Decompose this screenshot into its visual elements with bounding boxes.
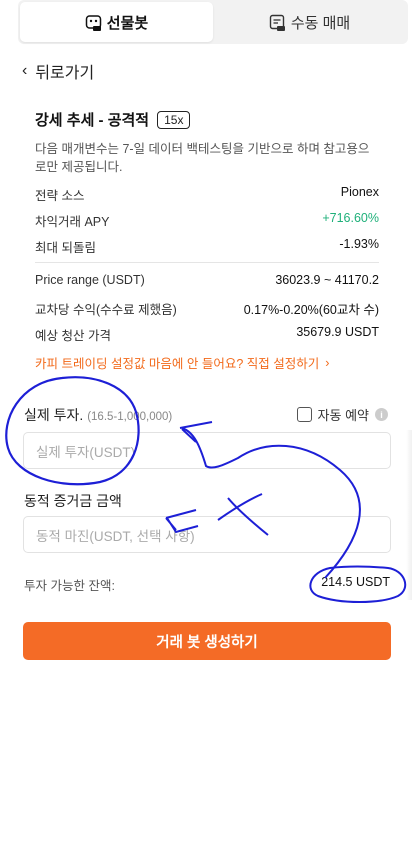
auto-reserve-label: 자동 예약 (317, 408, 369, 423)
manual-trade-icon (269, 14, 285, 31)
param-key: Price range (USDT) (35, 273, 145, 287)
back-label: 뒤로가기 (35, 65, 95, 82)
investment-label-text: 실제 투자. (24, 407, 84, 423)
param-row-profit-per-grid: 교차당 수익(수수료 제했음) 0.17%-0.20%(60교차 수) (35, 299, 379, 318)
param-value: 35679.9 USDT (296, 325, 379, 339)
strategy-description: 다음 매개변수는 7-일 데이터 백테스팅을 기반으로 하며 참고용으로만 제공… (35, 142, 370, 174)
chevron-left-icon: ‹ (22, 62, 28, 79)
param-row-price-range: Price range (USDT) 36023.9 ~ 41170.2 (35, 273, 379, 287)
create-bot-button[interactable]: 거래 봇 생성하기 (23, 622, 391, 660)
detail-value: +716.60% (322, 211, 379, 225)
param-row-liquidation-price: 예상 청산 가격 35679.9 USDT (35, 325, 379, 344)
balance-label: 투자 가능한 잔액: (24, 579, 115, 593)
detail-key: 차익거래 APY (35, 215, 110, 229)
margin-placeholder: 동적 마진(USDT, 선택 사항) (36, 528, 195, 544)
param-value: 36023.9 ~ 41170.2 (275, 273, 379, 287)
auto-reserve-checkbox[interactable] (296, 407, 312, 422)
chevron-right-icon: › (325, 355, 330, 370)
investment-input[interactable]: 실제 투자(USDT) (23, 432, 391, 469)
leverage-badge: 15x (157, 110, 191, 129)
tab-futures-bot[interactable]: 선물봇 (20, 2, 213, 42)
back-button[interactable]: ‹ 뒤로가기 (22, 60, 94, 82)
strategy-title: 강세 추세 - 공격적 (35, 112, 150, 129)
detail-value: -1.93% (339, 237, 379, 251)
detail-value: Pionex (340, 185, 379, 199)
param-value: 0.17%-0.20%(60교차 수) (243, 303, 379, 317)
investment-range: (16.5-1,000,000) (87, 411, 173, 423)
custom-settings-link[interactable]: 카피 트레이딩 설정값 마음에 안 들어요? 직접 설정하기 › (35, 353, 329, 372)
detail-row-source: 전략 소스 Pionex (35, 185, 379, 204)
detail-key: 최대 되돌림 (35, 241, 96, 255)
tab-manual-trade[interactable]: 수동 매매 (213, 2, 406, 42)
info-icon[interactable]: i (375, 408, 388, 421)
tab-futures-bot-label: 선물봇 (106, 14, 149, 32)
margin-input[interactable]: 동적 마진(USDT, 선택 사항) (23, 516, 391, 553)
strategy-header: 강세 추세 - 공격적 15x (35, 109, 191, 130)
detail-row-drawdown: 최대 되돌림 -1.93% (35, 237, 379, 256)
tab-manual-trade-label: 수동 매매 (290, 14, 351, 32)
detail-row-apy: 차익거래 APY +716.60% (35, 211, 379, 230)
futures-bot-icon (85, 14, 102, 31)
param-key: 교차당 수익(수수료 제했음) (35, 303, 177, 317)
detail-key: 전략 소스 (35, 189, 85, 203)
margin-label: 동적 증거금 금액 (24, 493, 122, 509)
balance-value: 214.5 USDT (321, 575, 390, 589)
panel-edge-shadow (406, 430, 412, 600)
param-key: 예상 청산 가격 (35, 329, 111, 343)
auto-reserve[interactable]: 자동 예약 i (296, 405, 388, 424)
divider (35, 262, 379, 263)
custom-settings-label: 카피 트레이딩 설정값 마음에 안 들어요? 직접 설정하기 (35, 357, 320, 371)
mode-tabs: 선물봇 수동 매매 (18, 0, 408, 44)
investment-label: 실제 투자. (16.5-1,000,000) (24, 405, 172, 425)
investment-placeholder: 실제 투자(USDT) (36, 444, 136, 460)
